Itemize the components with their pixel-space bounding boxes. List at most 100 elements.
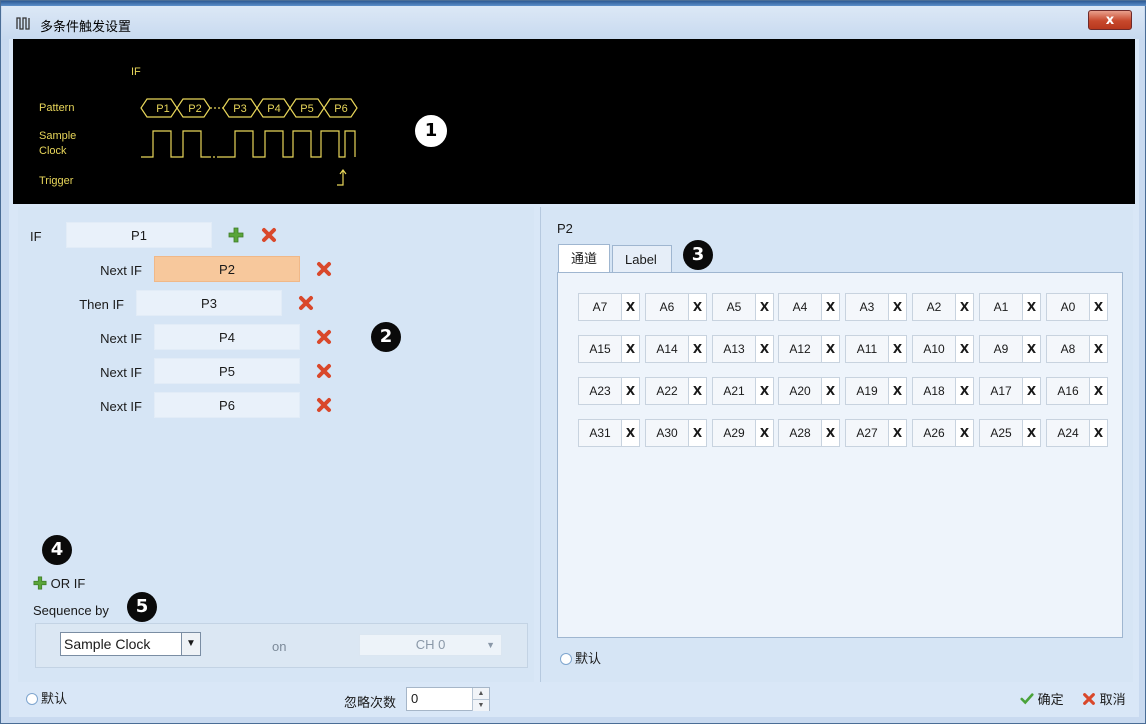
channel-state-toggle[interactable]: X xyxy=(822,293,840,321)
channel-state-toggle[interactable]: X xyxy=(1090,419,1108,447)
channel-state-toggle[interactable]: X xyxy=(1023,419,1041,447)
channel-state-toggle[interactable]: X xyxy=(622,419,640,447)
channel-cell: A16 X xyxy=(1046,377,1108,405)
channel-state-toggle[interactable]: X xyxy=(956,419,974,447)
channel-state-toggle[interactable]: X xyxy=(622,335,640,363)
window-title: 多条件触发设置 xyxy=(40,20,132,35)
channel-state-toggle[interactable]: X xyxy=(956,293,974,321)
channel-state-toggle[interactable]: X xyxy=(1023,335,1041,363)
channel-state-toggle[interactable]: X xyxy=(756,377,774,405)
channel-state-toggle[interactable]: X xyxy=(622,293,640,321)
delete-condition-2-button[interactable] xyxy=(316,261,332,277)
channel-name: A22 xyxy=(645,377,689,405)
channel-state-toggle[interactable]: X xyxy=(689,377,707,405)
delete-condition-6-button[interactable] xyxy=(316,397,332,413)
channel-state-toggle[interactable]: X xyxy=(756,335,774,363)
channel-state-toggle[interactable]: X xyxy=(956,335,974,363)
preview-pattern-p5: P5 xyxy=(300,103,314,115)
channel-name: A20 xyxy=(778,377,822,405)
ok-button[interactable]: 确定 xyxy=(1020,690,1064,710)
or-if-button[interactable]: OR IF xyxy=(33,574,85,594)
radio-icon xyxy=(26,693,38,705)
channel-name: A10 xyxy=(912,335,956,363)
chevron-down-icon: ▼ xyxy=(181,633,200,655)
condition-box-p3[interactable]: P3 xyxy=(136,290,282,316)
channel-state-toggle[interactable]: X xyxy=(1023,377,1041,405)
sequence-clock-select[interactable]: Sample Clock ▼ xyxy=(60,632,201,656)
spin-down-icon[interactable]: ▼ xyxy=(472,699,489,711)
channel-cell: A6 X xyxy=(645,293,707,321)
channel-name: A26 xyxy=(912,419,956,447)
condition-box-p2[interactable]: P2 xyxy=(154,256,300,282)
close-button[interactable]: x xyxy=(1088,10,1132,30)
channel-state-toggle[interactable]: X xyxy=(822,377,840,405)
channel-state-toggle[interactable]: X xyxy=(889,335,907,363)
panel-default-radio[interactable]: 默认 xyxy=(560,648,601,670)
condition-label-1: IF xyxy=(30,229,42,244)
channel-state-toggle[interactable]: X xyxy=(1090,335,1108,363)
channel-state-toggle[interactable]: X xyxy=(822,335,840,363)
channel-name: A31 xyxy=(578,419,622,447)
channel-name: A24 xyxy=(1046,419,1090,447)
channel-state-toggle[interactable]: X xyxy=(756,293,774,321)
channel-name: A17 xyxy=(979,377,1023,405)
title-bar: 多条件触发设置 x xyxy=(2,6,1144,40)
channel-state-toggle[interactable]: X xyxy=(822,419,840,447)
channel-cell: A11 X xyxy=(845,335,907,363)
channel-select[interactable]: CH 0 ▼ xyxy=(359,634,502,656)
channel-name: A16 xyxy=(1046,377,1090,405)
channel-name: A11 xyxy=(845,335,889,363)
condition-box-p6[interactable]: P6 xyxy=(154,392,300,418)
channel-state-toggle[interactable]: X xyxy=(1090,293,1108,321)
channel-name: A25 xyxy=(979,419,1023,447)
channel-cell: A22 X xyxy=(645,377,707,405)
condition-box-p1[interactable]: P1 xyxy=(66,222,212,248)
delete-condition-3-button[interactable] xyxy=(298,295,314,311)
channel-cell: A31 X xyxy=(578,419,640,447)
delete-condition-5-button[interactable] xyxy=(316,363,332,379)
channel-state-toggle[interactable]: X xyxy=(889,293,907,321)
cancel-button[interactable]: 取消 xyxy=(1082,690,1126,710)
channel-cell: A27 X xyxy=(845,419,907,447)
channel-name: A13 xyxy=(712,335,756,363)
ok-label: 确定 xyxy=(1037,692,1064,707)
channel-state-toggle[interactable]: X xyxy=(889,419,907,447)
callout-5: 5 xyxy=(127,592,157,622)
channel-state-toggle[interactable]: X xyxy=(622,377,640,405)
channel-cell: A5 X xyxy=(712,293,774,321)
delete-condition-4-button[interactable] xyxy=(316,329,332,345)
footer-default-radio[interactable]: 默认 xyxy=(26,688,67,710)
channel-name: A1 xyxy=(979,293,1023,321)
channel-state-toggle[interactable]: X xyxy=(689,419,707,447)
condition-box-p4[interactable]: P4 xyxy=(154,324,300,350)
channel-state-toggle[interactable]: X xyxy=(756,419,774,447)
ignore-count-spinner[interactable]: 0 ▲ ▼ xyxy=(406,687,490,711)
channel-cell: A25 X xyxy=(979,419,1041,447)
channel-state-toggle[interactable]: X xyxy=(1023,293,1041,321)
condition-box-p5[interactable]: P5 xyxy=(154,358,300,384)
add-condition-button[interactable] xyxy=(228,227,244,243)
ignore-count-value: 0 xyxy=(411,691,419,706)
tab-channels[interactable]: 通道 xyxy=(558,244,610,273)
condition-label-2: Next IF xyxy=(100,263,142,278)
channel-state-toggle[interactable]: X xyxy=(689,335,707,363)
channel-name: A21 xyxy=(712,377,756,405)
clock-wave xyxy=(141,130,209,158)
channel-state-toggle[interactable]: X xyxy=(689,293,707,321)
channel-cell: A15 X xyxy=(578,335,640,363)
cancel-label: 取消 xyxy=(1099,692,1126,707)
condition-label-6: Next IF xyxy=(100,399,142,414)
channel-name: A18 xyxy=(912,377,956,405)
channel-cell: A9 X xyxy=(979,335,1041,363)
panel-default-label: 默认 xyxy=(575,651,602,666)
spin-up-icon[interactable]: ▲ xyxy=(472,688,489,699)
cross-icon xyxy=(1083,693,1095,705)
chevron-down-icon: ▼ xyxy=(486,640,495,650)
channel-state-toggle[interactable]: X xyxy=(1090,377,1108,405)
channel-state-toggle[interactable]: X xyxy=(956,377,974,405)
channel-state-toggle[interactable]: X xyxy=(889,377,907,405)
channel-cell: A0 X xyxy=(1046,293,1108,321)
tab-label[interactable]: Label xyxy=(612,245,672,272)
delete-condition-1-button[interactable] xyxy=(261,227,277,243)
channel-cell: A21 X xyxy=(712,377,774,405)
